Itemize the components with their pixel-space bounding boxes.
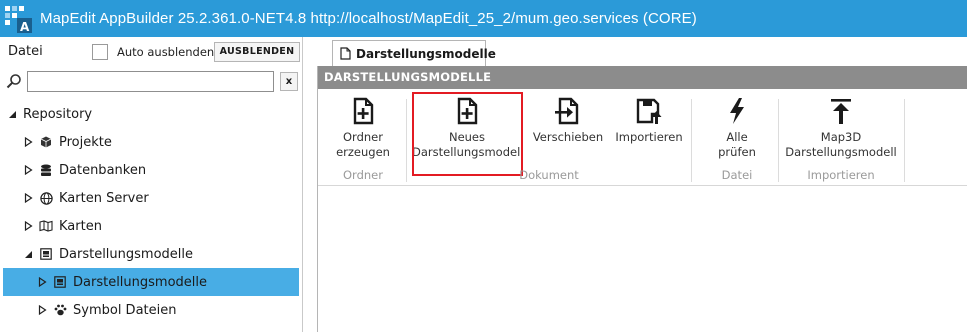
- search-icon: [6, 73, 22, 89]
- tree-item-label: Projekte: [59, 134, 112, 150]
- button-label-line1: Map3D: [820, 130, 862, 144]
- tree-item-datenbanken[interactable]: Datenbanken: [22, 156, 292, 184]
- map3d-darstellungsmodell-button[interactable]: Map3D Darstellungsmodell: [784, 97, 898, 160]
- alle-pruefen-button[interactable]: Alle prüfen: [706, 97, 768, 160]
- group-separator: [778, 99, 779, 182]
- globe-icon: [39, 191, 53, 205]
- auto-hide-label: Auto ausblenden: [117, 45, 215, 59]
- expanded-arrow-icon[interactable]: [22, 248, 34, 260]
- ribbon: Ordner erzeugen Ordner Neues Darstellung…: [318, 89, 967, 186]
- datei-menu[interactable]: Datei: [8, 44, 43, 59]
- group-label-ordner: Ordner: [343, 168, 383, 182]
- group-separator: [691, 99, 692, 182]
- button-label-line2: Darstellungsmodell: [785, 145, 897, 159]
- tree-item-karten-server[interactable]: Karten Server: [22, 184, 292, 212]
- collapsed-arrow-icon[interactable]: [36, 276, 48, 288]
- hide-button[interactable]: AUSBLENDEN: [214, 42, 300, 62]
- search-input[interactable]: [27, 71, 274, 92]
- highlight-box: [412, 92, 523, 176]
- tab-label: Darstellungsmodelle: [356, 46, 496, 61]
- tree-item-karten[interactable]: Karten: [22, 212, 292, 240]
- button-label: Verschieben: [532, 130, 604, 144]
- content-header: DARSTELLUNGSMODELLE: [318, 66, 967, 89]
- title-bar: A MapEdit AppBuilder 25.2.361.0-NET4.8 h…: [0, 0, 967, 37]
- tree-item-label: Karten: [59, 218, 102, 234]
- tree-item-label: Karten Server: [59, 190, 149, 206]
- tree-item-label: Datenbanken: [59, 162, 147, 178]
- tree-item-label: Darstellungsmodelle: [59, 246, 194, 262]
- paw-icon: [53, 303, 67, 317]
- move-document-icon: [554, 97, 582, 125]
- style-model-icon: [39, 247, 53, 261]
- importieren-button[interactable]: Importieren: [612, 97, 686, 145]
- tree-item-repository[interactable]: Repository: [6, 100, 296, 128]
- svg-text:A: A: [20, 20, 30, 34]
- repository-pane: Datei Auto ausblenden AUSBLENDEN x Repos…: [0, 37, 303, 332]
- lightning-icon: [723, 97, 751, 125]
- button-label-line1: Alle: [726, 130, 748, 144]
- content-area: DARSTELLUNGSMODELLE Ordner erzeugen Ordn…: [317, 66, 967, 332]
- collapsed-arrow-icon[interactable]: [22, 164, 34, 176]
- search-row: x: [0, 70, 303, 94]
- verschieben-button[interactable]: Verschieben: [530, 97, 606, 145]
- app-logo-icon: A: [3, 3, 33, 34]
- tree-item-label: Symbol Dateien: [73, 302, 177, 318]
- group-label-dokument: Dokument: [519, 168, 579, 182]
- map-icon: [39, 219, 53, 233]
- collapsed-arrow-icon[interactable]: [36, 304, 48, 316]
- group-label-importieren: Importieren: [807, 168, 875, 182]
- tab-darstellungsmodelle[interactable]: Darstellungsmodelle: [332, 40, 496, 66]
- pane-header: Datei Auto ausblenden AUSBLENDEN: [0, 37, 303, 67]
- database-icon: [39, 163, 53, 177]
- collapsed-arrow-icon[interactable]: [22, 192, 34, 204]
- collapsed-arrow-icon[interactable]: [22, 136, 34, 148]
- window-title: MapEdit AppBuilder 25.2.361.0-NET4.8 htt…: [40, 10, 697, 27]
- tree-item-symbol-dateien[interactable]: Symbol Dateien: [36, 296, 296, 324]
- tree-item-darstellungsmodelle[interactable]: Darstellungsmodelle: [22, 240, 292, 268]
- new-folder-document-icon: [349, 97, 377, 125]
- button-label-line2: erzeugen: [336, 145, 390, 159]
- tree-item-label: Repository: [23, 106, 93, 122]
- group-label-datei: Datei: [721, 168, 753, 182]
- save-import-icon: [635, 97, 663, 125]
- button-label-line1: Ordner: [343, 130, 383, 144]
- expanded-arrow-icon[interactable]: [6, 108, 18, 120]
- button-label: Importieren: [615, 130, 683, 144]
- tree-item-projekte[interactable]: Projekte: [22, 128, 292, 156]
- group-separator: [904, 99, 905, 182]
- group-separator: [406, 99, 407, 182]
- clear-search-button[interactable]: x: [280, 72, 298, 91]
- collapsed-arrow-icon[interactable]: [22, 220, 34, 232]
- cube-icon: [39, 135, 53, 149]
- style-model-icon: [53, 275, 67, 289]
- ordner-erzeugen-button[interactable]: Ordner erzeugen: [332, 97, 394, 160]
- button-label-line2: prüfen: [718, 145, 756, 159]
- auto-hide-checkbox[interactable]: [92, 44, 108, 60]
- tree-item-label: Darstellungsmodelle: [73, 274, 208, 290]
- document-icon: [340, 47, 351, 61]
- upload-arrow-icon: [827, 97, 855, 125]
- tree-item-darstellungsmodelle-selected[interactable]: Darstellungsmodelle: [3, 268, 299, 296]
